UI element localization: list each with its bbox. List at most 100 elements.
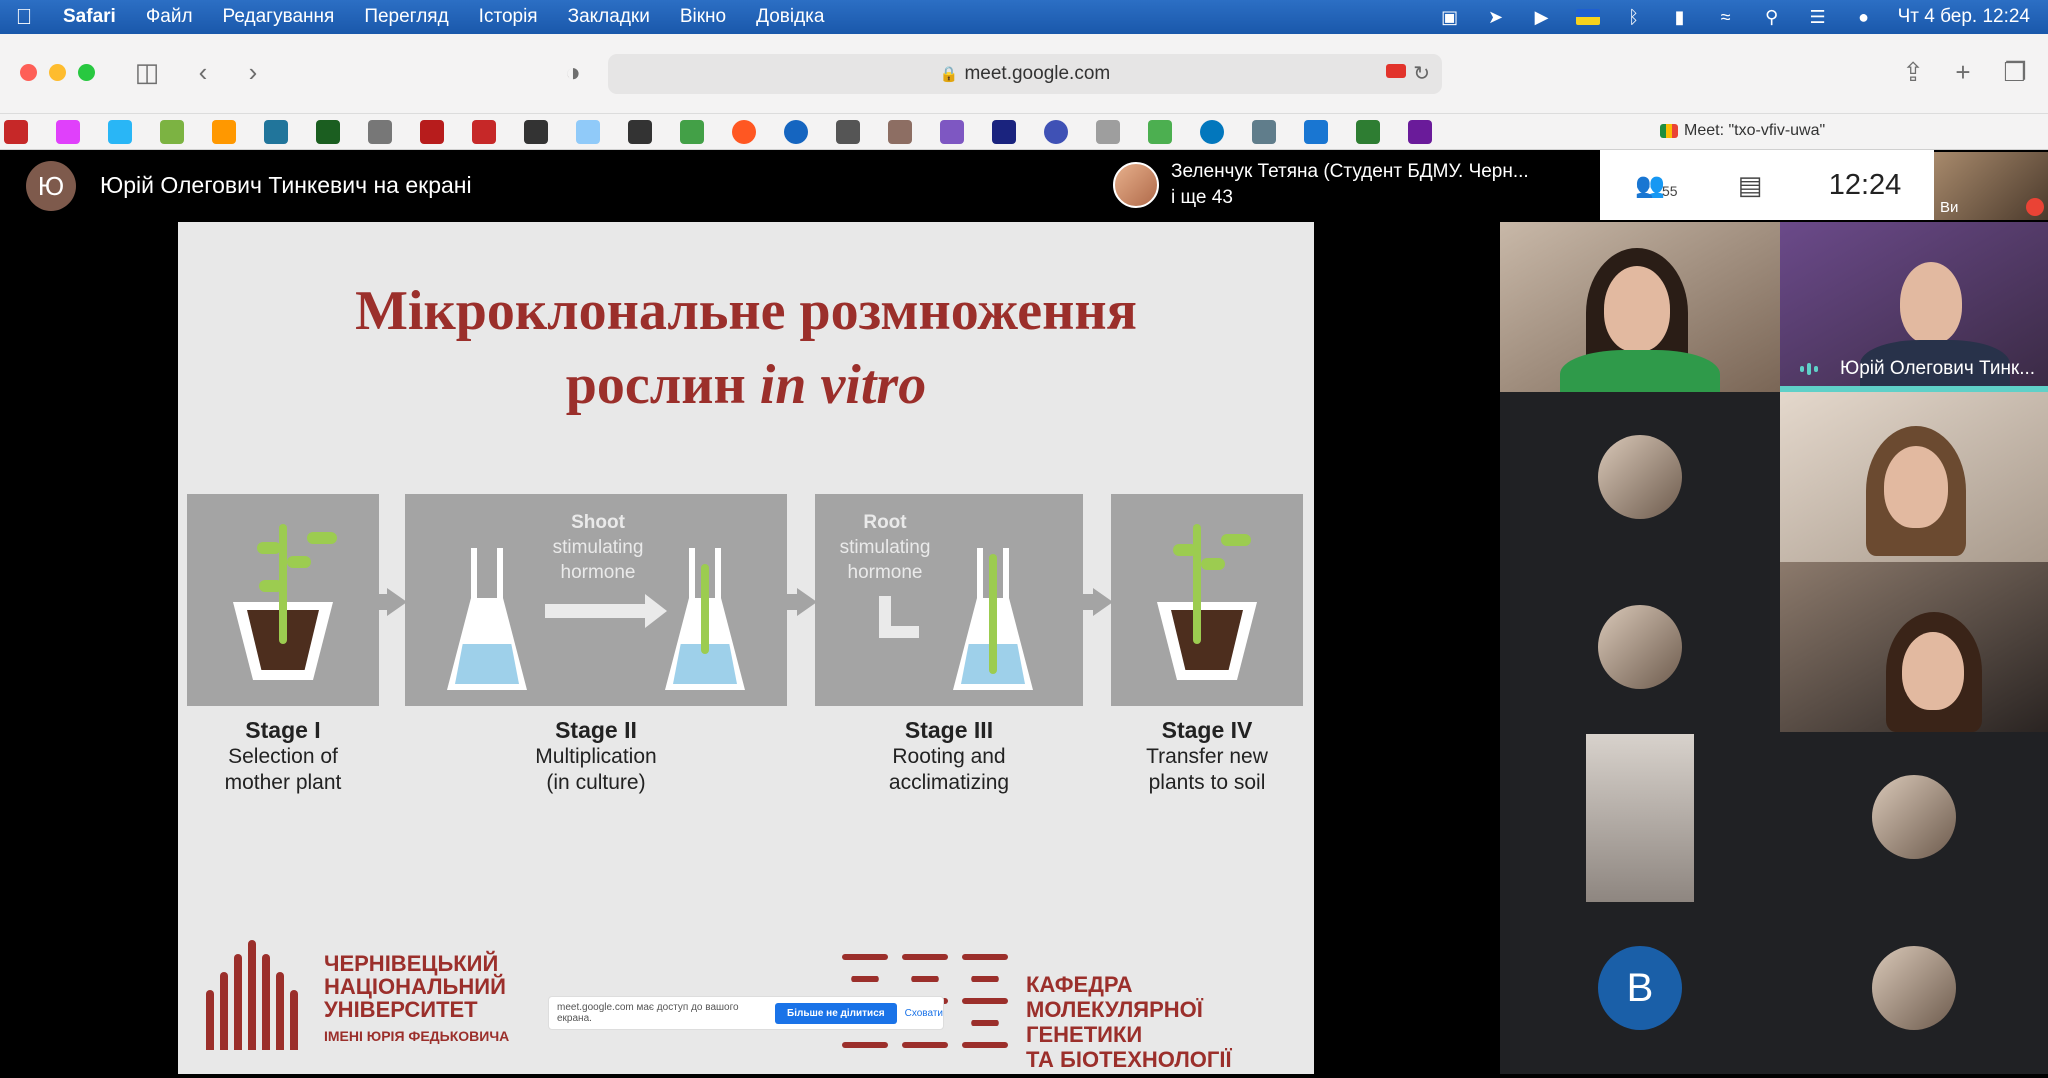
stage-3-illustration: Root stimulating hormone xyxy=(815,494,1083,706)
bookmark-icon-11[interactable] xyxy=(524,120,548,144)
bookmark-icon-24[interactable] xyxy=(1200,120,1224,144)
participant-tile-3[interactable] xyxy=(1780,392,2048,562)
menu-view[interactable]: Перегляд xyxy=(349,6,463,28)
zoom-window-button[interactable] xyxy=(78,64,95,81)
bookmark-icon-4[interactable] xyxy=(160,120,184,144)
bookmark-icon-23[interactable] xyxy=(1148,120,1172,144)
face xyxy=(1884,446,1948,528)
camera-status-icon[interactable]: ▣ xyxy=(1438,7,1462,27)
apple-icon[interactable]:  xyxy=(0,4,48,30)
menu-window[interactable]: Вікно xyxy=(665,6,741,28)
plant-stem xyxy=(989,554,997,674)
favorites-bar: Meet: "txo-vfiv-uwa" xyxy=(0,114,2048,150)
participant-tile-8[interactable]: В xyxy=(1500,902,1780,1074)
bookmark-icon-7[interactable] xyxy=(316,120,340,144)
bookmark-icon-18[interactable] xyxy=(888,120,912,144)
bookmark-icon-2[interactable] xyxy=(56,120,80,144)
participant-tile-4[interactable] xyxy=(1500,562,1780,732)
bookmark-icon-13[interactable] xyxy=(628,120,652,144)
address-bar[interactable]: 🔒 meet.google.com ↻ xyxy=(608,54,1442,94)
bluetooth-icon[interactable]: ᛒ xyxy=(1622,7,1646,27)
department-line2: МОЛЕКУЛЯРНОЇ ГЕНЕТИКИ xyxy=(1026,997,1203,1047)
bookmark-icon-14[interactable] xyxy=(680,120,704,144)
participant-tile-5[interactable] xyxy=(1780,562,2048,732)
participant-tile-6[interactable] xyxy=(1500,732,1780,902)
bookmark-icon-16[interactable] xyxy=(784,120,808,144)
telegram-icon[interactable]: ➤ xyxy=(1484,7,1508,27)
close-window-button[interactable] xyxy=(20,64,37,81)
bookmark-icon-28[interactable] xyxy=(1408,120,1432,144)
people-icon: 👥 xyxy=(1635,171,1665,199)
wifi-icon[interactable]: ≈ xyxy=(1714,7,1738,27)
stage-2-line2: (in culture) xyxy=(546,771,646,794)
participants-summary[interactable]: Зеленчук Тетяна (Студент БДМУ. Черн... і… xyxy=(1103,150,1599,220)
shoot-hormone-title: Shoot xyxy=(571,512,625,533)
back-icon[interactable]: ‹ xyxy=(186,56,220,88)
active-tab[interactable]: Meet: "txo-vfiv-uwa" xyxy=(1660,122,1825,140)
share-icon[interactable]: ⇪ xyxy=(1896,56,1930,88)
bookmark-icon-9[interactable] xyxy=(420,120,444,144)
participants-text: Зеленчук Тетяна (Студент БДМУ. Черн... і… xyxy=(1171,159,1529,211)
menu-history[interactable]: Історія xyxy=(464,6,553,28)
bookmark-icon-10[interactable] xyxy=(472,120,496,144)
lock-bookmark-icon[interactable] xyxy=(836,120,860,144)
bookmark-icon-22[interactable] xyxy=(1096,120,1120,144)
siri-icon[interactable]: ● xyxy=(1852,7,1876,27)
root-hormone-arrow-bend xyxy=(879,626,919,638)
menu-edit[interactable]: Редагування xyxy=(208,6,350,28)
bookmark-icon-8[interactable] xyxy=(368,120,392,144)
bookmark-icon-15[interactable] xyxy=(732,120,756,144)
play-icon[interactable]: ▶ xyxy=(1530,7,1554,27)
plant-leaf xyxy=(287,556,311,568)
participant-tile-2[interactable] xyxy=(1500,392,1780,562)
privacy-shield-icon[interactable]: ◑ xyxy=(556,56,590,88)
menu-help[interactable]: Довідка xyxy=(741,6,839,28)
menu-file[interactable]: Файл xyxy=(131,6,208,28)
university-name: ЧЕРНІВЕЦЬКИЙ НАЦІОНАЛЬНИЙ УНІВЕРСИТЕТ xyxy=(324,952,506,1021)
wordpress-icon[interactable] xyxy=(264,120,288,144)
spotlight-search-icon[interactable]: ⚲ xyxy=(1760,7,1784,27)
ukraine-flag-icon[interactable] xyxy=(1575,9,1600,25)
bookmark-icon-26[interactable] xyxy=(1304,120,1328,144)
slide-title: Мікроклональне розмноження рослин in vit… xyxy=(178,274,1314,422)
participant-tile-7[interactable] xyxy=(1780,732,2048,902)
minimize-window-button[interactable] xyxy=(49,64,66,81)
plant-pot-icon xyxy=(1157,602,1257,680)
bookmark-icon-12[interactable] xyxy=(576,120,600,144)
chat-button[interactable]: ▤ xyxy=(1700,170,1800,201)
plant-leaf xyxy=(1221,534,1251,546)
bookmark-icon-1[interactable] xyxy=(4,120,28,144)
control-center-icon[interactable]: ☰ xyxy=(1806,7,1830,27)
bookmark-icon-3[interactable] xyxy=(108,120,132,144)
sidebar-toggle-icon[interactable]: ◫ xyxy=(130,56,164,88)
shared-screen-slide: Мікроклональне розмноження рослин in vit… xyxy=(178,222,1314,1074)
menubar-clock[interactable]: Чт 4 бер. 12:24 xyxy=(1898,6,2030,28)
bookmark-icon-21[interactable] xyxy=(1044,120,1068,144)
stop-sharing-button[interactable]: Більше не ділитися xyxy=(775,1002,897,1024)
hide-notice-button[interactable]: Сховати xyxy=(905,1008,943,1019)
participant-tile-speaker[interactable]: Юрій Олегович Тинк... xyxy=(1780,222,2048,392)
camera-in-use-icon[interactable] xyxy=(1386,64,1406,78)
participant-avatar xyxy=(1598,605,1682,689)
participant-tile-9[interactable] xyxy=(1780,902,2048,1074)
google-meet-icon xyxy=(1660,124,1678,138)
forward-icon[interactable]: › xyxy=(236,56,270,88)
bookmark-icon-20[interactable] xyxy=(992,120,1016,144)
participant-tile-1[interactable] xyxy=(1500,222,1780,392)
bookmark-icon-5[interactable] xyxy=(212,120,236,144)
bookmark-icon-25[interactable] xyxy=(1252,120,1276,144)
tab-overview-icon[interactable]: ❐ xyxy=(1998,56,2032,88)
plant-stem xyxy=(1193,524,1201,644)
menu-safari[interactable]: Safari xyxy=(48,6,131,28)
participant-avatar xyxy=(1872,946,1956,1030)
bookmark-icon-27[interactable] xyxy=(1356,120,1380,144)
new-tab-icon[interactable]: + xyxy=(1946,56,1980,88)
speaker-name: Юрій Олегович Тинк... xyxy=(1840,358,2036,379)
menu-bookmarks[interactable]: Закладки xyxy=(553,6,665,28)
self-view-tile[interactable]: Ви xyxy=(1934,152,2048,220)
bookmark-icon-19[interactable] xyxy=(940,120,964,144)
plant-stem xyxy=(701,564,709,654)
people-button[interactable]: 👥 55 xyxy=(1600,171,1700,200)
battery-icon[interactable]: ▮ xyxy=(1668,7,1692,27)
reload-icon[interactable]: ↻ xyxy=(1413,61,1430,86)
